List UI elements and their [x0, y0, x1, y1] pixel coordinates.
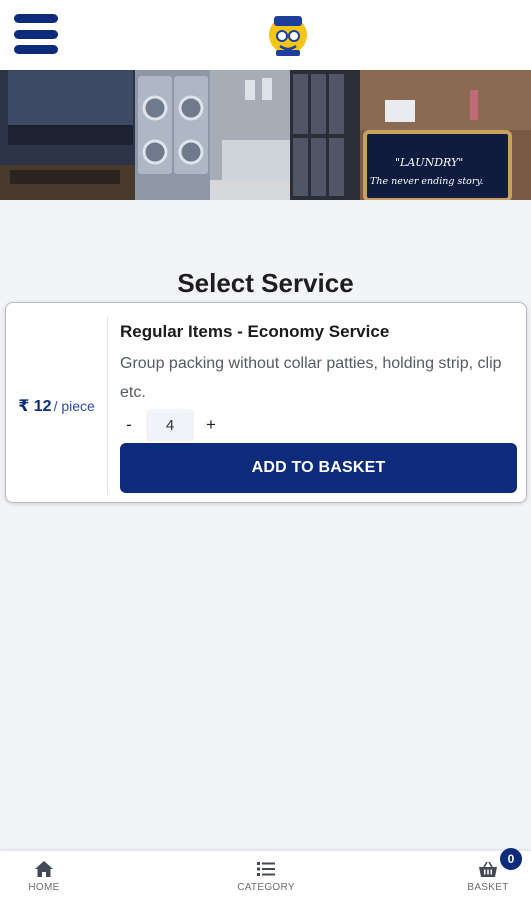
basket-count-badge: 0	[500, 848, 522, 870]
price-unit: / piece	[53, 398, 95, 414]
home-icon	[35, 860, 53, 877]
bottom-navigation: HOME CATEGORY BASKET	[0, 850, 531, 900]
banner-sign-line1: "LAUNDRY"	[395, 156, 463, 169]
hero-banner: "LAUNDRY" The never ending story.	[0, 70, 531, 200]
service-name: Regular Items - Economy Service	[120, 322, 390, 341]
service-description: Group packing without collar patties, ho…	[120, 355, 502, 401]
nav-basket-label: BASKET	[467, 881, 509, 893]
quantity-input[interactable]: 4	[146, 409, 194, 441]
service-card: ₹ 12 / piece Regular Items - Economy Ser…	[5, 302, 527, 503]
quantity-stepper: - 4 +	[120, 409, 220, 441]
nav-home[interactable]: HOME	[0, 851, 89, 900]
nav-category[interactable]: CATEGORY	[221, 851, 311, 900]
nav-home-label: HOME	[28, 881, 60, 893]
price-column: ₹ 12 / piece	[6, 317, 108, 495]
add-to-basket-button[interactable]: ADD TO BASKET	[120, 443, 517, 493]
app-header	[0, 0, 531, 70]
banner-sign-line2: The never ending story.	[370, 176, 484, 187]
quantity-increment-button[interactable]: +	[202, 415, 220, 435]
hamburger-menu-icon[interactable]	[14, 14, 58, 54]
page-title: Select Service	[177, 268, 354, 298]
basket-icon	[479, 861, 497, 877]
price-amount: ₹ 12	[18, 398, 52, 415]
list-icon	[257, 861, 275, 876]
quantity-decrement-button[interactable]: -	[120, 415, 138, 435]
nav-category-label: CATEGORY	[237, 881, 295, 893]
laundry-mascot-logo-icon[interactable]	[266, 10, 310, 58]
